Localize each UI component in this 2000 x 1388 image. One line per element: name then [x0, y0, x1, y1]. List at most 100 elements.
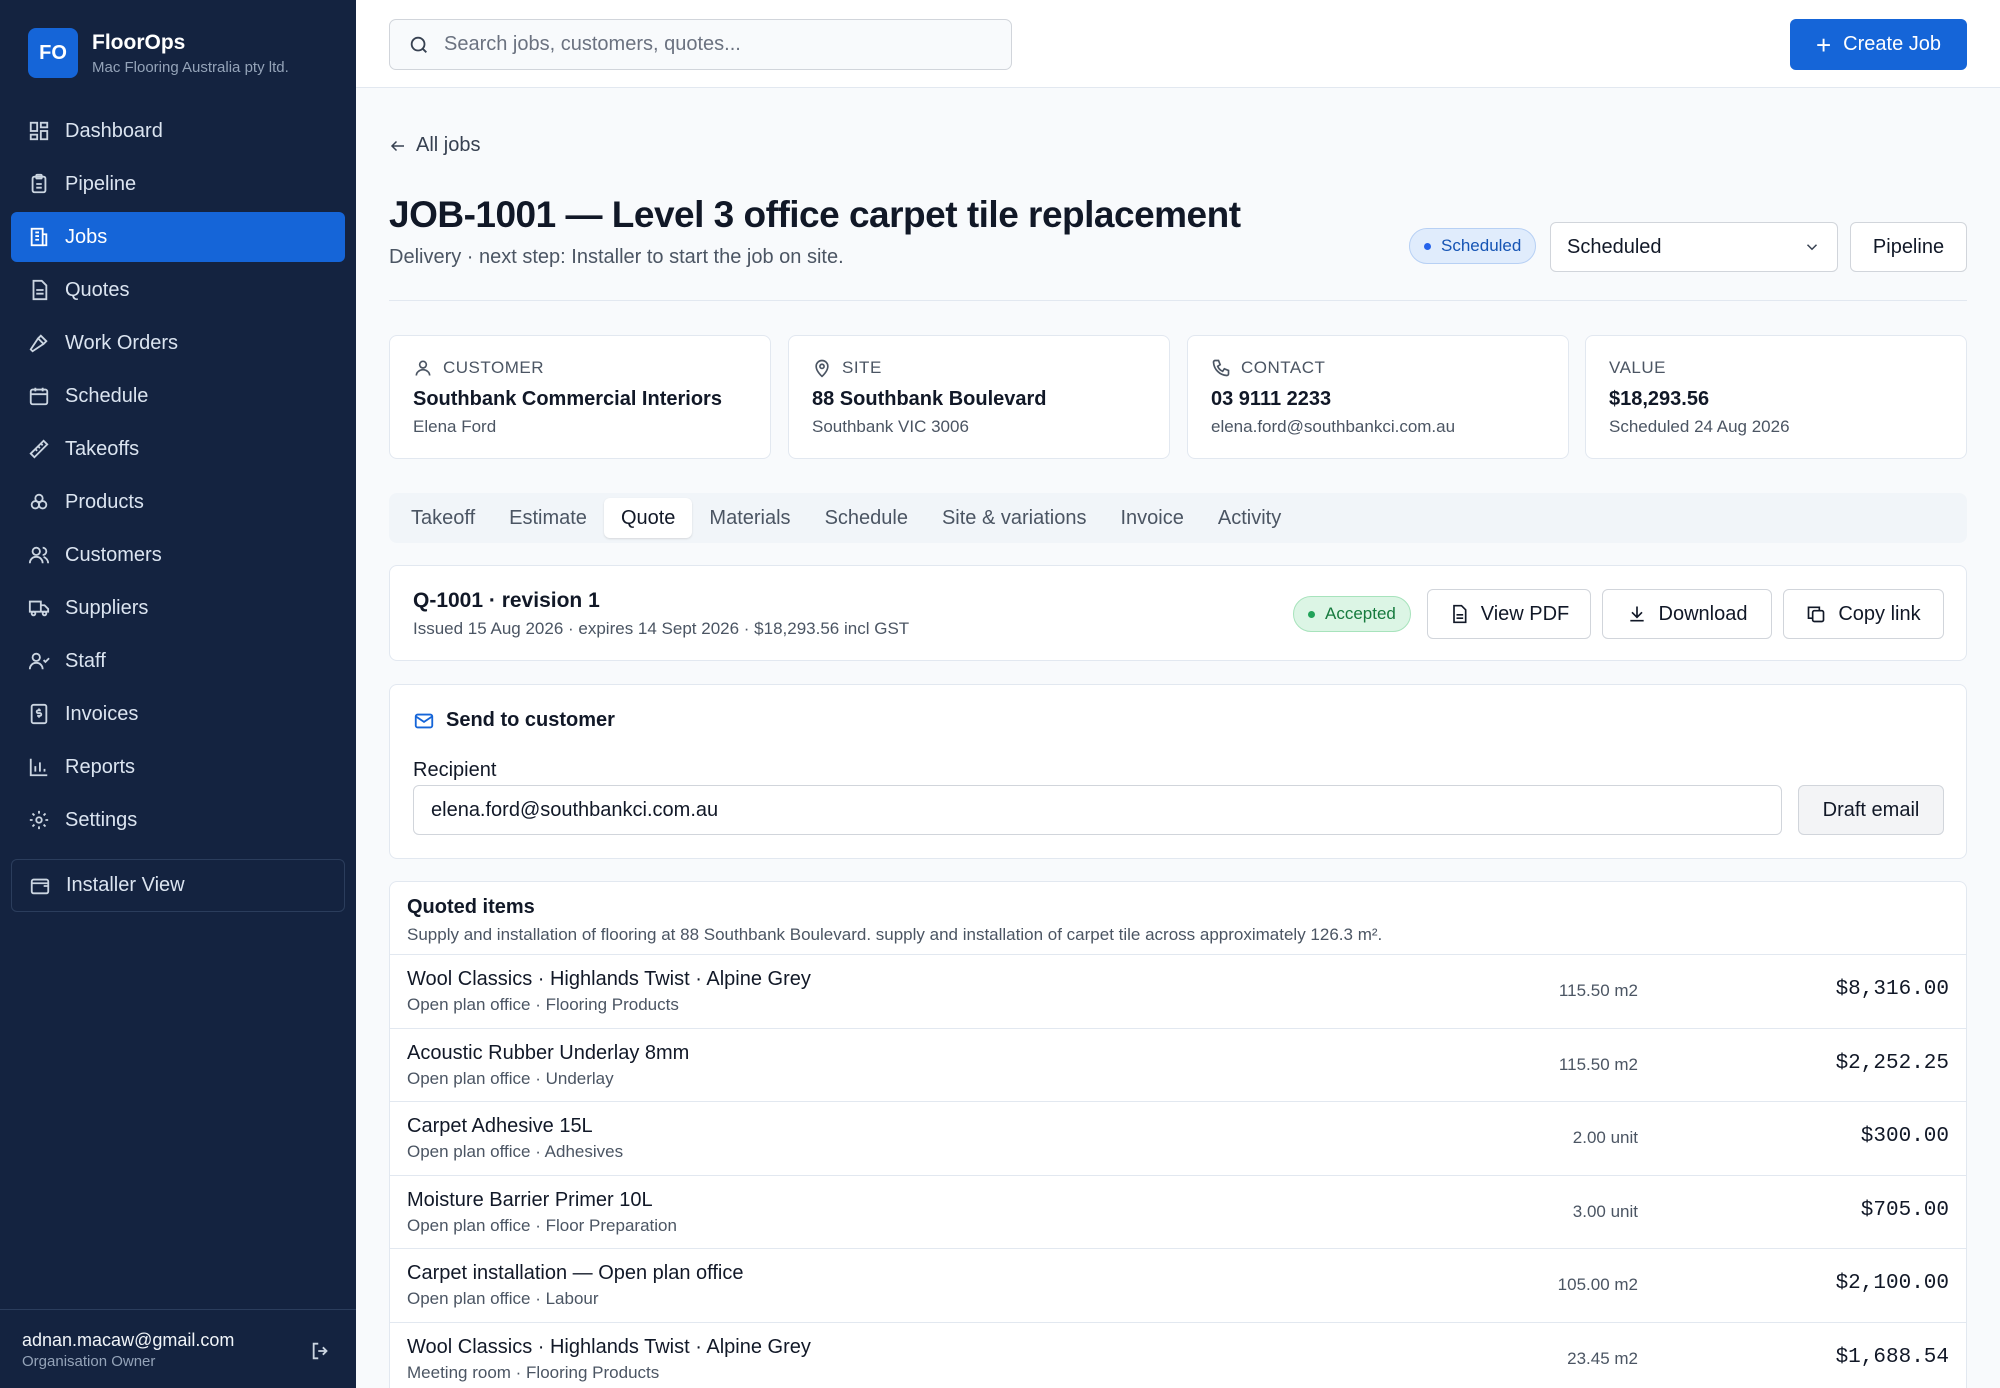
item-category: Open plan office · Underlay — [407, 1068, 614, 1088]
table-row[interactable]: Carpet installation — Open plan office O… — [390, 1249, 1966, 1323]
quoted-items-header: Quoted items Supply and installation of … — [390, 882, 1966, 955]
chevron-down-icon — [1806, 244, 1818, 251]
tab-activity[interactable]: Activity — [1201, 498, 1298, 538]
sidebar-item-label: Suppliers — [65, 596, 149, 619]
tab-materials[interactable]: Materials — [692, 498, 807, 538]
table-row[interactable]: Acoustic Rubber Underlay 8mm Open plan o… — [390, 1029, 1966, 1103]
sidebar-nav: Dashboard Pipeline Jobs Quotes Work Orde… — [11, 106, 345, 848]
gear-icon — [29, 810, 49, 830]
sidebar-item-work-orders[interactable]: Work Orders — [11, 318, 345, 368]
document-icon — [1452, 604, 1467, 624]
contact-phone[interactable]: 03 9111 2233 — [1211, 388, 1545, 411]
page-title: JOB-1001 — Level 3 office carpet tile re… — [389, 194, 1241, 235]
item-name: Moisture Barrier Primer 10L — [407, 1188, 653, 1211]
phone-icon — [1212, 359, 1230, 377]
logout-icon[interactable] — [310, 1340, 332, 1362]
sidebar-item-quotes[interactable]: Quotes — [11, 265, 345, 315]
main-content: All jobs JOB-1001 — Level 3 office carpe… — [389, 88, 1967, 1388]
plus-icon: + — [1815, 29, 1832, 60]
sidebar-item-pipeline[interactable]: Pipeline — [11, 159, 345, 209]
sidebar-item-label: Customers — [65, 543, 162, 566]
sidebar-item-label: Quotes — [65, 278, 130, 301]
tab-quote[interactable]: Quote — [603, 498, 693, 538]
status-dot — [1308, 610, 1315, 618]
view-pdf-label: View PDF — [1480, 602, 1570, 625]
table-row[interactable]: Wool Classics · Highlands Twist · Alpine… — [390, 1323, 1966, 1388]
sidebar-item-label: Reports — [65, 755, 136, 778]
sidebar-item-products[interactable]: Products — [11, 477, 345, 527]
sidebar-item-jobs[interactable]: Jobs — [11, 212, 345, 262]
installer-view-button[interactable]: Installer View — [11, 859, 345, 912]
item-name: Acoustic Rubber Underlay 8mm — [407, 1041, 690, 1064]
sidebar-item-label: Jobs — [65, 225, 108, 248]
divider — [389, 300, 1967, 301]
quoted-items: Quoted items Supply and installation of … — [389, 881, 1967, 1388]
sidebar-item-label: Dashboard — [65, 119, 163, 142]
table-row[interactable]: Carpet Adhesive 15L Open plan office · A… — [390, 1102, 1966, 1176]
search-icon — [410, 36, 427, 53]
sidebar-item-dashboard[interactable]: Dashboard — [11, 106, 345, 156]
staff-icon — [28, 652, 50, 670]
search-box[interactable] — [389, 19, 1012, 70]
status-select[interactable]: Scheduled — [1550, 222, 1838, 272]
create-job-button[interactable]: + Create Job — [1790, 19, 1967, 70]
item-amount: $300.00 — [1860, 1125, 1949, 1149]
copy-link-button[interactable]: Copy link — [1783, 589, 1944, 639]
tab-estimate[interactable]: Estimate — [492, 498, 604, 538]
site-label: SITE — [842, 358, 882, 377]
brand[interactable]: FO FloorOps Mac Flooring Australia pty l… — [28, 28, 289, 78]
send-title-label: Send to customer — [446, 709, 615, 731]
sidebar-item-reports[interactable]: Reports — [11, 742, 345, 792]
item-quantity: 115.50 m2 — [1558, 981, 1638, 1000]
sidebar-item-staff[interactable]: Staff — [11, 636, 345, 686]
item-category: Open plan office · Floor Preparation — [407, 1215, 677, 1235]
tab-invoice[interactable]: Invoice — [1103, 498, 1200, 538]
boxes-icon — [30, 493, 48, 510]
item-category: Open plan office · Flooring Products — [407, 995, 679, 1014]
quoted-items-title: Quoted items — [407, 896, 535, 918]
site-card: SITE 88 Southbank Boulevard Southbank VI… — [788, 335, 1170, 459]
bar-chart-icon — [29, 758, 48, 777]
tab-schedule[interactable]: Schedule — [808, 498, 925, 538]
quoted-items-description: Supply and installation of flooring at 8… — [407, 925, 1383, 944]
recipient-input[interactable] — [413, 785, 1782, 835]
item-category: Open plan office · Adhesives — [407, 1142, 624, 1162]
hammer-icon — [29, 334, 48, 353]
sidebar-item-label: Takeoffs — [65, 437, 140, 460]
scheduled-date: Scheduled 24 Aug 2026 — [1609, 417, 1790, 436]
quote-status-badge: Accepted — [1293, 596, 1411, 632]
tab-site-variations[interactable]: Site & variations — [925, 498, 1104, 538]
item-amount: $705.00 — [1860, 1198, 1949, 1222]
sidebar-item-schedule[interactable]: Schedule — [11, 371, 345, 421]
dashboard-icon — [29, 121, 49, 141]
sidebar-item-customers[interactable]: Customers — [11, 530, 345, 580]
sidebar-item-invoices[interactable]: Invoices — [11, 689, 345, 739]
value-label: VALUE — [1609, 358, 1666, 377]
create-job-label: Create Job — [1843, 33, 1942, 55]
installer-view-label: Installer View — [66, 874, 185, 896]
table-row[interactable]: Moisture Barrier Primer 10L Open plan of… — [390, 1176, 1966, 1250]
user-role: Organisation Owner — [22, 1353, 156, 1370]
table-row[interactable]: Wool Classics · Highlands Twist · Alpine… — [390, 955, 1966, 1029]
pipeline-button[interactable]: Pipeline — [1850, 222, 1967, 272]
page-subtitle: Delivery · next step: Installer to start… — [389, 246, 844, 268]
item-name: Wool Classics · Highlands Twist · Alpine… — [407, 968, 811, 990]
status-select-value: Scheduled — [1567, 235, 1662, 258]
topbar: + Create Job — [356, 0, 2000, 88]
item-amount: $2,100.00 — [1835, 1272, 1949, 1296]
tab-takeoff[interactable]: Takeoff — [394, 498, 492, 538]
view-pdf-button[interactable]: View PDF — [1427, 589, 1591, 639]
brand-logo: FO — [28, 28, 78, 78]
item-name: Carpet installation — Open plan office — [407, 1262, 744, 1285]
back-link[interactable]: All jobs — [389, 134, 480, 157]
draft-email-button[interactable]: Draft email — [1798, 785, 1944, 835]
sidebar-item-suppliers[interactable]: Suppliers — [11, 583, 345, 633]
status-dot — [1424, 242, 1431, 250]
site-address: 88 Southbank Boulevard — [812, 388, 1047, 410]
contact-email[interactable]: elena.ford@southbankci.com.au — [1211, 417, 1545, 437]
customer-contact: Elena Ford — [413, 417, 497, 436]
search-input[interactable] — [444, 33, 984, 56]
sidebar-item-takeoffs[interactable]: Takeoffs — [11, 424, 345, 474]
sidebar-item-settings[interactable]: Settings — [11, 795, 345, 845]
download-button[interactable]: Download — [1602, 589, 1772, 639]
